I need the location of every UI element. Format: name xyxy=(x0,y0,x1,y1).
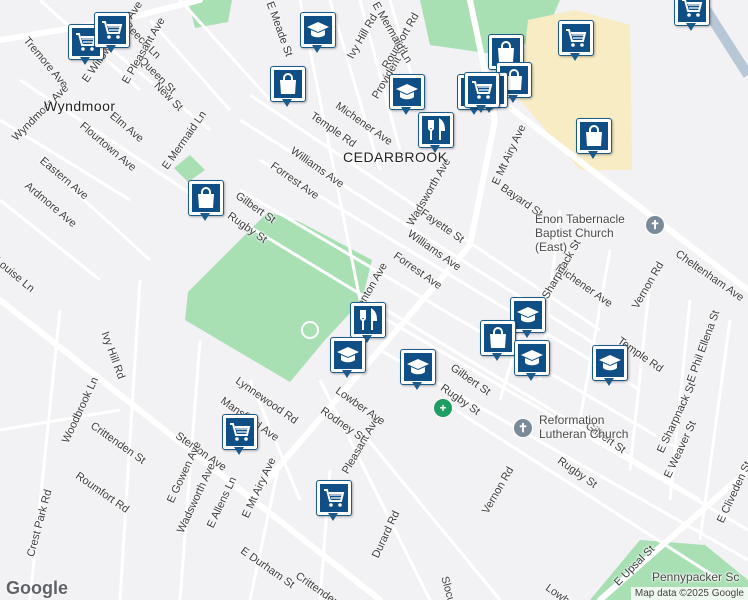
shopping-cart-marker[interactable] xyxy=(672,0,710,34)
church-icon[interactable]: ✝ xyxy=(645,215,665,235)
restaurant-marker[interactable] xyxy=(416,110,454,156)
shopping-cart-icon xyxy=(320,484,348,512)
graduation-cap-icon xyxy=(518,344,546,372)
graduation-cap-icon xyxy=(334,341,362,369)
shopping-bag-marker[interactable] xyxy=(478,318,516,364)
poi-label-reformation: Reformation Lutheran Church xyxy=(539,413,629,441)
shopping-bag-marker[interactable] xyxy=(186,178,224,224)
shopping-cart-marker[interactable] xyxy=(556,18,594,64)
poi-label-enon: Enon Tabernacle Baptist Church (East) xyxy=(535,212,625,254)
shopping-bag-marker[interactable] xyxy=(268,64,306,110)
shopping-cart-icon xyxy=(226,418,254,446)
graduation-cap-marker[interactable] xyxy=(590,343,628,389)
church-icon[interactable]: ✝ xyxy=(513,418,533,438)
restaurant-icon xyxy=(422,116,450,144)
graduation-cap-marker[interactable] xyxy=(512,338,550,384)
shopping-bag-marker[interactable] xyxy=(574,116,612,162)
graduation-cap-marker[interactable] xyxy=(298,10,336,56)
shopping-cart-marker[interactable] xyxy=(220,412,258,458)
shopping-cart-marker[interactable] xyxy=(314,478,352,524)
shopping-bag-icon xyxy=(484,324,512,352)
map-attribution: Map data ©2025 Google xyxy=(630,587,748,600)
graduation-cap-icon xyxy=(514,301,542,329)
google-logo: Google xyxy=(6,578,68,598)
hospital-icon[interactable]: + xyxy=(433,398,453,418)
shopping-cart-marker[interactable] xyxy=(462,70,500,116)
graduation-cap-icon xyxy=(393,78,421,106)
restaurant-icon xyxy=(354,306,382,334)
poi-label-pennypacker: Pennypacker Sc xyxy=(652,570,740,584)
shopping-cart-icon xyxy=(98,16,126,44)
graduation-cap-icon xyxy=(304,16,332,44)
shopping-cart-marker[interactable] xyxy=(92,10,130,56)
shopping-cart-icon xyxy=(562,24,590,52)
graduation-cap-icon xyxy=(596,349,624,377)
shopping-cart-icon xyxy=(678,0,706,22)
place-label-wyndmoor: Wyndmoor xyxy=(44,98,116,114)
graduation-cap-marker[interactable] xyxy=(398,347,436,393)
map-view[interactable]: Tremore Ave E Willow Grove Ave Beech Ln … xyxy=(0,0,748,600)
shopping-bag-icon xyxy=(192,184,220,212)
graduation-cap-marker[interactable] xyxy=(328,335,366,381)
shopping-bag-icon xyxy=(274,70,302,98)
shopping-cart-icon xyxy=(468,76,496,104)
shopping-bag-icon xyxy=(580,122,608,150)
graduation-cap-icon xyxy=(404,353,432,381)
